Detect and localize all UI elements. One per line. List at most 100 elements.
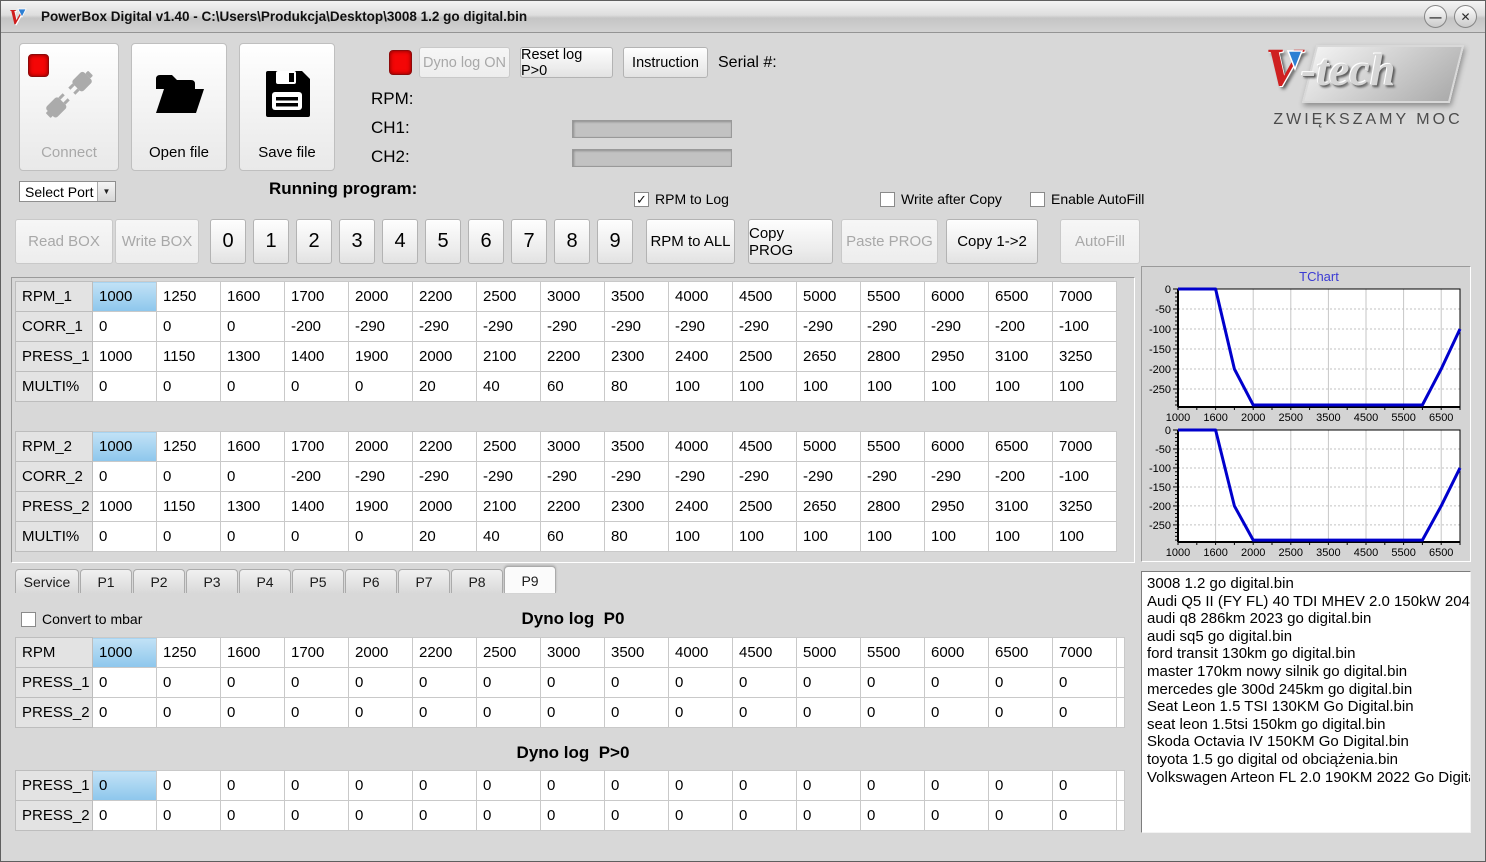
grid-cell[interactable]: 1000	[92, 281, 157, 312]
grid-cell[interactable]: 100	[732, 521, 797, 552]
grid-cell[interactable]: -290	[476, 311, 541, 342]
grid-cell[interactable]: 0	[348, 800, 413, 831]
file-list-item[interactable]: ford transit 130km go digital.bin	[1147, 645, 1470, 663]
grid-cell[interactable]: 0	[220, 521, 285, 552]
tab-p4[interactable]: P4	[239, 569, 291, 593]
grid-cell[interactable]: 1600	[220, 281, 285, 312]
grid-cell[interactable]: 1900	[348, 491, 413, 522]
program-2-button[interactable]: 2	[296, 219, 332, 264]
file-list-item[interactable]: audi q8 286km 2023 go digital.bin	[1147, 610, 1470, 628]
select-port-dropdown[interactable]: Select Port ▼	[19, 181, 116, 202]
grid-cell[interactable]: 1000	[92, 637, 157, 668]
grid-cell[interactable]: 80	[604, 371, 669, 402]
file-list-item[interactable]: Seat Leon 1.5 TSI 130KM Go Digital.bin	[1147, 698, 1470, 716]
grid-cell[interactable]: 0	[796, 667, 861, 698]
grid-cell[interactable]: 3100	[988, 341, 1053, 372]
grid-cell[interactable]: 100	[988, 371, 1053, 402]
file-list-item[interactable]: master 170km nowy silnik go digital.bin	[1147, 663, 1470, 681]
grid-cell[interactable]: 2800	[860, 491, 925, 522]
program-1-button[interactable]: 1	[253, 219, 289, 264]
program-7-button[interactable]: 7	[511, 219, 547, 264]
grid-cell[interactable]: -290	[924, 311, 989, 342]
grid-cell[interactable]: 100	[924, 371, 989, 402]
save-file-button[interactable]: Save file	[239, 43, 335, 171]
grid-cell[interactable]: 1000	[92, 491, 157, 522]
grid-cell[interactable]: 0	[220, 461, 285, 492]
grid-cell[interactable]: 5500	[860, 637, 925, 668]
grid-cell[interactable]: 0	[92, 461, 157, 492]
grid-cell[interactable]: 0	[156, 371, 221, 402]
grid-cell[interactable]: 6000	[924, 637, 989, 668]
grid-cell[interactable]: 0	[796, 697, 861, 728]
grid-cell[interactable]: 0	[220, 667, 285, 698]
tab-p9[interactable]: P9	[504, 566, 556, 593]
grid-cell[interactable]: 2400	[668, 341, 733, 372]
grid-cell[interactable]: -290	[732, 461, 797, 492]
grid-cell[interactable]: 6000	[924, 281, 989, 312]
grid-cell[interactable]: 100	[796, 371, 861, 402]
grid-cell[interactable]: 1700	[284, 431, 349, 462]
grid-cell[interactable]: -200	[988, 311, 1053, 342]
grid-cell[interactable]: 0	[348, 697, 413, 728]
grid-cell[interactable]: 5000	[796, 281, 861, 312]
rpm-to-all-button[interactable]: RPM to ALL	[646, 219, 735, 264]
grid-cell[interactable]: 40	[476, 521, 541, 552]
grid-cell[interactable]: 0	[860, 697, 925, 728]
grid-cell[interactable]: 0	[284, 697, 349, 728]
tab-service[interactable]: Service	[15, 569, 79, 593]
grid-cell[interactable]: 0	[988, 697, 1053, 728]
grid-cell[interactable]: -290	[604, 311, 669, 342]
grid-cell[interactable]: 2200	[412, 637, 477, 668]
grid-cell[interactable]: 2500	[732, 491, 797, 522]
grid-cell[interactable]: 1900	[348, 341, 413, 372]
grid-cell[interactable]: 3500	[604, 281, 669, 312]
grid-cell[interactable]: 1300	[220, 341, 285, 372]
grid-cell[interactable]: 0	[924, 770, 989, 801]
grid-cell[interactable]: -290	[348, 311, 413, 342]
grid-cell[interactable]: 5000	[796, 637, 861, 668]
grid-cell[interactable]: 6000	[924, 431, 989, 462]
grid-cell[interactable]: 0	[796, 800, 861, 831]
grid-cell[interactable]: 0	[668, 770, 733, 801]
grid-cell[interactable]: 0	[156, 697, 221, 728]
grid-cell[interactable]: 6500	[988, 637, 1053, 668]
grid-cell[interactable]: 0	[540, 667, 605, 698]
program-8-button[interactable]: 8	[554, 219, 590, 264]
file-list-item[interactable]: 3008 1.2 go digital.bin	[1147, 575, 1470, 593]
grid-cell[interactable]: 3000	[540, 637, 605, 668]
minimize-button[interactable]: —	[1424, 5, 1447, 28]
file-list-item[interactable]: seat leon 1.5tsi 150km go digital.bin	[1147, 716, 1470, 734]
grid-cell[interactable]: 5000	[796, 431, 861, 462]
grid-cell[interactable]: 4000	[668, 281, 733, 312]
grid-cell[interactable]: 1700	[284, 281, 349, 312]
grid-cell[interactable]: 0	[220, 770, 285, 801]
grid-cell[interactable]: 0	[220, 697, 285, 728]
grid-cell[interactable]: -290	[412, 311, 477, 342]
grid-cell[interactable]: 100	[860, 371, 925, 402]
grid-cell[interactable]: 0	[540, 770, 605, 801]
grid-cell[interactable]: 0	[1052, 770, 1117, 801]
grid-cell[interactable]: 1250	[156, 431, 221, 462]
grid-cell[interactable]: 0	[540, 800, 605, 831]
grid-cell[interactable]: 4000	[668, 637, 733, 668]
grid-cell[interactable]: -290	[796, 461, 861, 492]
read-box-button[interactable]: Read BOX	[15, 219, 113, 264]
grid-cell[interactable]: 2500	[476, 637, 541, 668]
grid-cell[interactable]: 100	[796, 521, 861, 552]
grid-cell[interactable]: -290	[796, 311, 861, 342]
grid-cell[interactable]: 3250	[1052, 491, 1117, 522]
grid-cell[interactable]: 1150	[156, 491, 221, 522]
grid-cell[interactable]: 0	[92, 371, 157, 402]
title-bar[interactable]: V PowerBox Digital v1.40 - C:\Users\Prod…	[1, 1, 1485, 33]
file-list-item[interactable]: Audi Q5 II (FY FL) 40 TDI MHEV 2.0 150kW…	[1147, 593, 1470, 611]
grid-cell[interactable]: 0	[92, 667, 157, 698]
grid-cell[interactable]: 2500	[732, 341, 797, 372]
grid-cell[interactable]: 2950	[924, 341, 989, 372]
program-6-button[interactable]: 6	[468, 219, 504, 264]
grid-cell[interactable]: 7000	[1052, 281, 1117, 312]
grid-cell[interactable]: -200	[284, 311, 349, 342]
grid-cell[interactable]: 1400	[284, 341, 349, 372]
grid-cell[interactable]: 0	[1052, 800, 1117, 831]
grid-cell[interactable]: 0	[476, 770, 541, 801]
tab-p8[interactable]: P8	[451, 569, 503, 593]
